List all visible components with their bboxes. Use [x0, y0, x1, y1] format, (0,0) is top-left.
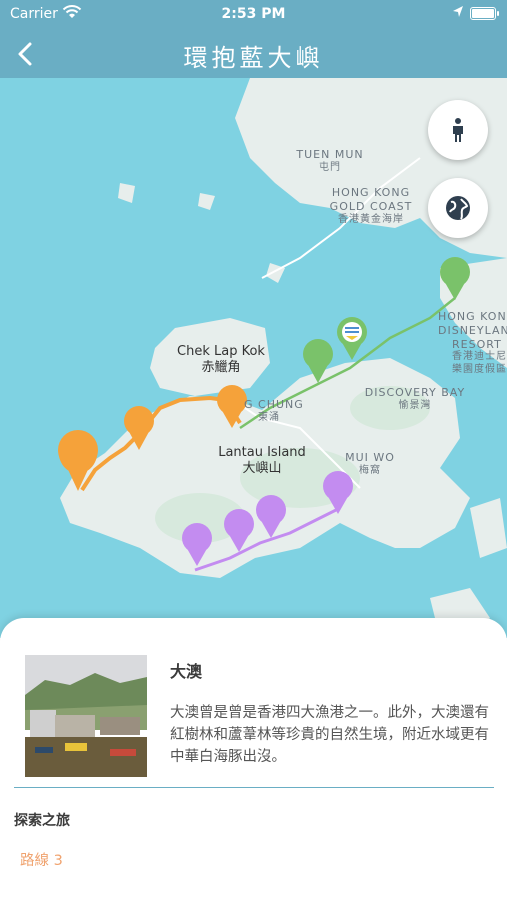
map-label-discovery-bay: DISCOVERY BAY 愉景灣	[355, 386, 475, 412]
map-label-text: 大嶼山	[242, 461, 282, 477]
map-label-text: HONG KON	[438, 310, 507, 323]
place-description: 大澳曾是曾是香港四大漁港之一。此外，大澳還有紅樹林和蘆葦林等珍貴的自然生境，附近…	[170, 705, 489, 765]
map-label-text: DISNEYLAN	[438, 323, 507, 337]
person-icon	[453, 118, 463, 142]
globe-button[interactable]	[428, 178, 488, 238]
map-label-text: TUEN MUN	[296, 148, 364, 161]
explore-section-title: 探索之旅	[14, 813, 70, 829]
location-arrow-icon	[452, 5, 464, 23]
top-bar: Carrier 2:53 PM 環抱藍大嶼	[0, 0, 507, 78]
land-islet	[470, 498, 507, 558]
land-islet	[198, 193, 215, 210]
map-label-text: HONG KONG	[331, 186, 411, 199]
map-label-text: 樂園度假區	[452, 363, 507, 375]
status-bar: Carrier 2:53 PM	[0, 0, 507, 28]
map-label-tung-chung: G CHUNG 東涌	[244, 398, 304, 424]
map-label-text: 梅窩	[359, 464, 381, 476]
land-islet	[266, 263, 285, 283]
map-label-tuen-mun: TUEN MUN 屯門	[285, 148, 375, 174]
map-label-text: Chek Lap Kok	[177, 344, 265, 359]
map-label-text: 赤鱲角	[201, 360, 241, 376]
walking-mode-button[interactable]	[428, 100, 488, 160]
place-photo[interactable]	[25, 655, 147, 777]
clock: 2:53 PM	[221, 6, 286, 22]
map-label-text: MUI WO	[345, 451, 395, 464]
map-label-text: 東涌	[258, 411, 280, 423]
map-label-text: 香港迪士尼	[452, 351, 507, 363]
place-name: 大澳	[170, 662, 203, 681]
map-label-text: 愉景灣	[398, 399, 432, 411]
map-label-text: RESORT	[452, 337, 502, 351]
map-label-text: Lantau Island	[218, 445, 306, 460]
map-label-disneyland: HONG KON DISNEYLAN RESORT 香港迪士尼 樂園度假區	[438, 310, 507, 376]
map-label-text: GOLD COAST	[329, 199, 413, 213]
divider	[14, 787, 494, 788]
map-label-text: DISCOVERY BAY	[364, 386, 466, 399]
map-view[interactable]: TUEN MUN 屯門 HONG KONG GOLD COAST 香港黃金海岸 …	[0, 78, 507, 638]
pin-green-selected[interactable]	[337, 317, 367, 360]
page-title: 環抱藍大嶼	[183, 44, 324, 72]
map-label-lantau: Lantau Island 大嶼山	[208, 445, 316, 478]
map-label-gold-coast: HONG KONG GOLD COAST 香港黃金海岸	[318, 186, 424, 226]
map-label-mui-wo: MUI WO 梅窩	[345, 451, 395, 477]
land-islet	[118, 183, 135, 203]
map-label-text: 香港黃金海岸	[338, 213, 404, 225]
map-label-text: 屯門	[319, 161, 341, 173]
place-photo-image	[25, 655, 147, 777]
navigation-bar: 環抱藍大嶼	[0, 28, 507, 78]
map-label-chek-lap-kok: Chek Lap Kok 赤鱲角	[166, 344, 276, 377]
map-label-text: G CHUNG	[244, 398, 304, 411]
place-detail-sheet: 大澳 大澳曾是曾是香港四大漁港之一。此外，大澳還有紅樹林和蘆葦林等珍貴的自然生境…	[0, 618, 507, 900]
battery-icon	[470, 7, 499, 20]
route-link[interactable]: 路線 3	[20, 849, 63, 870]
globe-icon	[446, 196, 470, 220]
